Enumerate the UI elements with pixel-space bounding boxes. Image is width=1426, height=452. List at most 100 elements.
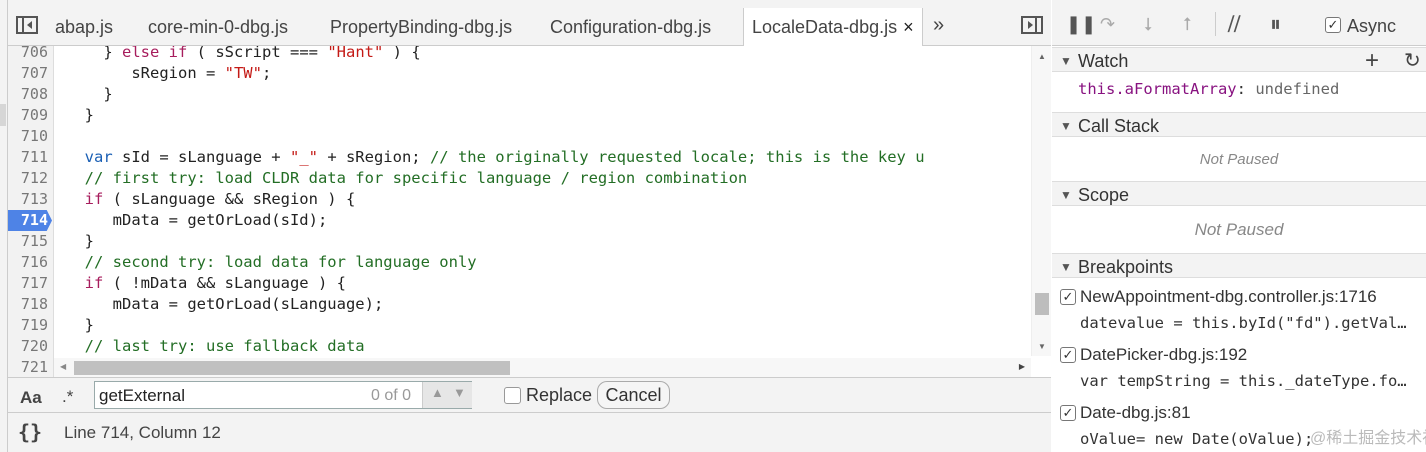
line-number[interactable]: 710 [8, 126, 48, 147]
replace-label: Replace [526, 385, 593, 405]
deactivate-breakpoints-icon[interactable]: ⧸⧸ [1228, 14, 1240, 35]
more-tabs-button[interactable]: » [933, 14, 944, 37]
watch-expression[interactable]: this.aFormatArray: undefined [1078, 80, 1339, 98]
status-bar: {} Line 714, Column 12 [8, 413, 1051, 452]
code-line[interactable]: if ( sLanguage && sRegion ) { [66, 189, 356, 210]
breakpoint-line-number[interactable]: 714 [8, 210, 52, 231]
scope-header[interactable]: ▼ Scope [1052, 181, 1426, 206]
editor-tab-bar: abap.js core-min-0-dbg.js PropertyBindin… [8, 0, 1051, 46]
line-number[interactable]: 716 [8, 252, 48, 273]
pause-on-exceptions-icon[interactable]: ⏸ [1270, 11, 1281, 37]
tab-configuration-dbg-js[interactable]: Configuration-dbg.js [550, 8, 711, 46]
breakpoints-header[interactable]: ▼ Breakpoints [1052, 253, 1426, 278]
step-over-icon[interactable]: ↷ [1100, 14, 1115, 35]
next-match-icon[interactable]: ▼ [453, 385, 466, 400]
code-line[interactable]: mData = getOrLoad(sLanguage); [66, 294, 384, 315]
tab-localedata-dbg-js[interactable]: LocaleData-dbg.js × [743, 8, 923, 46]
watermark: @稀土掘金技术社区 [1310, 430, 1426, 447]
watch-expression-name: this.aFormatArray [1078, 80, 1237, 98]
breakpoint-location: NewAppointment-dbg.controller.js:1716 [1080, 287, 1377, 306]
code-area[interactable]: 706 } else if ( sScript === "Hant" ) { 70… [8, 46, 1051, 377]
async-label: Async [1347, 16, 1397, 36]
watch-colon: : [1236, 80, 1256, 98]
tab-core-min-0-dbg-js[interactable]: core-min-0-dbg.js [148, 8, 288, 46]
line-number[interactable]: 720 [8, 336, 48, 357]
line-number[interactable]: 721 [8, 357, 48, 377]
breakpoint-location: DatePicker-dbg.js:192 [1080, 345, 1248, 364]
line-number[interactable]: 707 [8, 63, 48, 84]
line-number[interactable]: 718 [8, 294, 48, 315]
line-number[interactable]: 712 [8, 168, 48, 189]
call-stack-status: Not Paused [1199, 151, 1279, 168]
line-number[interactable]: 713 [8, 189, 48, 210]
scroll-down-icon[interactable]: ▼ [1038, 342, 1046, 351]
breakpoint-checkbox[interactable]: ✓ [1060, 405, 1076, 421]
code-line[interactable]: // last try: use fallback data [66, 336, 365, 357]
toolbar-separator [1215, 12, 1216, 36]
search-box: 0 of 0 ▲ ▼ [94, 381, 472, 409]
watch-header[interactable]: ▼ Watch + ↻ [1052, 47, 1426, 73]
line-number[interactable]: 715 [8, 231, 48, 252]
code-line[interactable]: } else if ( sScript === "Hant" ) { [66, 46, 420, 63]
tab-propertybinding-dbg-js[interactable]: PropertyBinding-dbg.js [330, 8, 512, 46]
code-line[interactable]: var sId = sLanguage + "_" + sRegion; // … [66, 147, 925, 168]
pause-icon[interactable]: ❚❚ [1066, 14, 1096, 35]
close-tab-icon[interactable]: × [903, 17, 914, 37]
tab-label: Configuration-dbg.js [550, 17, 712, 37]
vertical-scroll-thumb[interactable] [1035, 293, 1049, 315]
code-line[interactable]: // second try: load data for language on… [66, 252, 477, 273]
replace-checkbox[interactable] [504, 387, 521, 404]
code-line[interactable]: } [66, 231, 94, 252]
add-watch-icon[interactable]: + [1365, 48, 1379, 73]
line-number[interactable]: 708 [8, 84, 48, 105]
step-into-icon[interactable]: ⭣ [1144, 14, 1152, 35]
breakpoints-title: Breakpoints [1078, 257, 1174, 277]
line-number[interactable]: 719 [8, 315, 48, 336]
scroll-left-icon[interactable]: ◀ [60, 362, 66, 371]
debugger-sidebar: ❚❚ ↷ ⭣ ⭡ ⧸⧸ ⏸ ✓ Async ▼ Watch + ↻ this.a… [1052, 0, 1426, 452]
code-line[interactable]: } [66, 84, 112, 105]
code-line[interactable]: if ( !mData && sLanguage ) { [66, 273, 346, 294]
debugger-toolbar: ❚❚ ↷ ⭣ ⭡ ⧸⧸ ⏸ ✓ Async [1052, 0, 1426, 46]
code-line[interactable]: // first try: load CLDR data for specifi… [66, 168, 748, 189]
code-line[interactable]: } [66, 315, 94, 336]
toggle-navigator-icon[interactable] [16, 16, 38, 34]
breakpoint-checkbox[interactable]: ✓ [1060, 289, 1076, 305]
regex-toggle[interactable]: .* [62, 387, 73, 407]
toggle-debugger-icon[interactable] [1021, 16, 1043, 34]
code-line[interactable]: sRegion = "TW"; [66, 63, 271, 84]
call-stack-header[interactable]: ▼ Call Stack [1052, 112, 1426, 137]
search-bar: Aa .* 0 of 0 ▲ ▼ Replace Cancel [8, 377, 1051, 413]
step-out-icon[interactable]: ⭡ [1183, 14, 1191, 35]
async-checkbox[interactable]: ✓ [1325, 17, 1341, 33]
line-number[interactable]: 711 [8, 147, 48, 168]
line-number[interactable]: 706 [8, 46, 48, 63]
refresh-watch-icon[interactable]: ↻ [1404, 49, 1421, 73]
search-match-count: 0 of 0 [371, 387, 412, 404]
tab-label: abap.js [55, 17, 114, 37]
call-stack-title: Call Stack [1078, 116, 1160, 136]
code-line[interactable]: mData = getOrLoad(sId); [66, 210, 328, 231]
horizontal-scroll-thumb[interactable] [74, 361, 510, 375]
previous-match-icon[interactable]: ▲ [431, 385, 444, 400]
scope-title: Scope [1078, 185, 1130, 205]
scroll-up-icon[interactable]: ▲ [1038, 52, 1046, 61]
pretty-print-button[interactable]: {} [18, 420, 42, 444]
cancel-button[interactable]: Cancel [597, 381, 670, 409]
search-navigation: ▲ ▼ [422, 382, 472, 408]
vertical-scrollbar[interactable]: ▲ ▼ [1031, 46, 1051, 356]
expand-triangle-icon: ▼ [1060, 188, 1072, 202]
source-editor: abap.js core-min-0-dbg.js PropertyBindin… [8, 0, 1051, 452]
scroll-right-icon[interactable]: ▶ [1019, 362, 1025, 371]
line-number[interactable]: 717 [8, 273, 48, 294]
scope-status: Not Paused [1194, 220, 1284, 239]
search-input[interactable] [99, 385, 359, 407]
match-case-toggle[interactable]: Aa [20, 388, 42, 408]
breakpoint-location: Date-dbg.js:81 [1080, 403, 1191, 422]
code-line[interactable]: } [66, 105, 94, 126]
line-number[interactable]: 709 [8, 105, 48, 126]
breakpoint-checkbox[interactable]: ✓ [1060, 347, 1076, 363]
horizontal-scrollbar[interactable]: ◀ ▶ [54, 358, 1031, 377]
sliver-selected-row [0, 104, 6, 126]
tab-abap-js[interactable]: abap.js [55, 8, 113, 46]
